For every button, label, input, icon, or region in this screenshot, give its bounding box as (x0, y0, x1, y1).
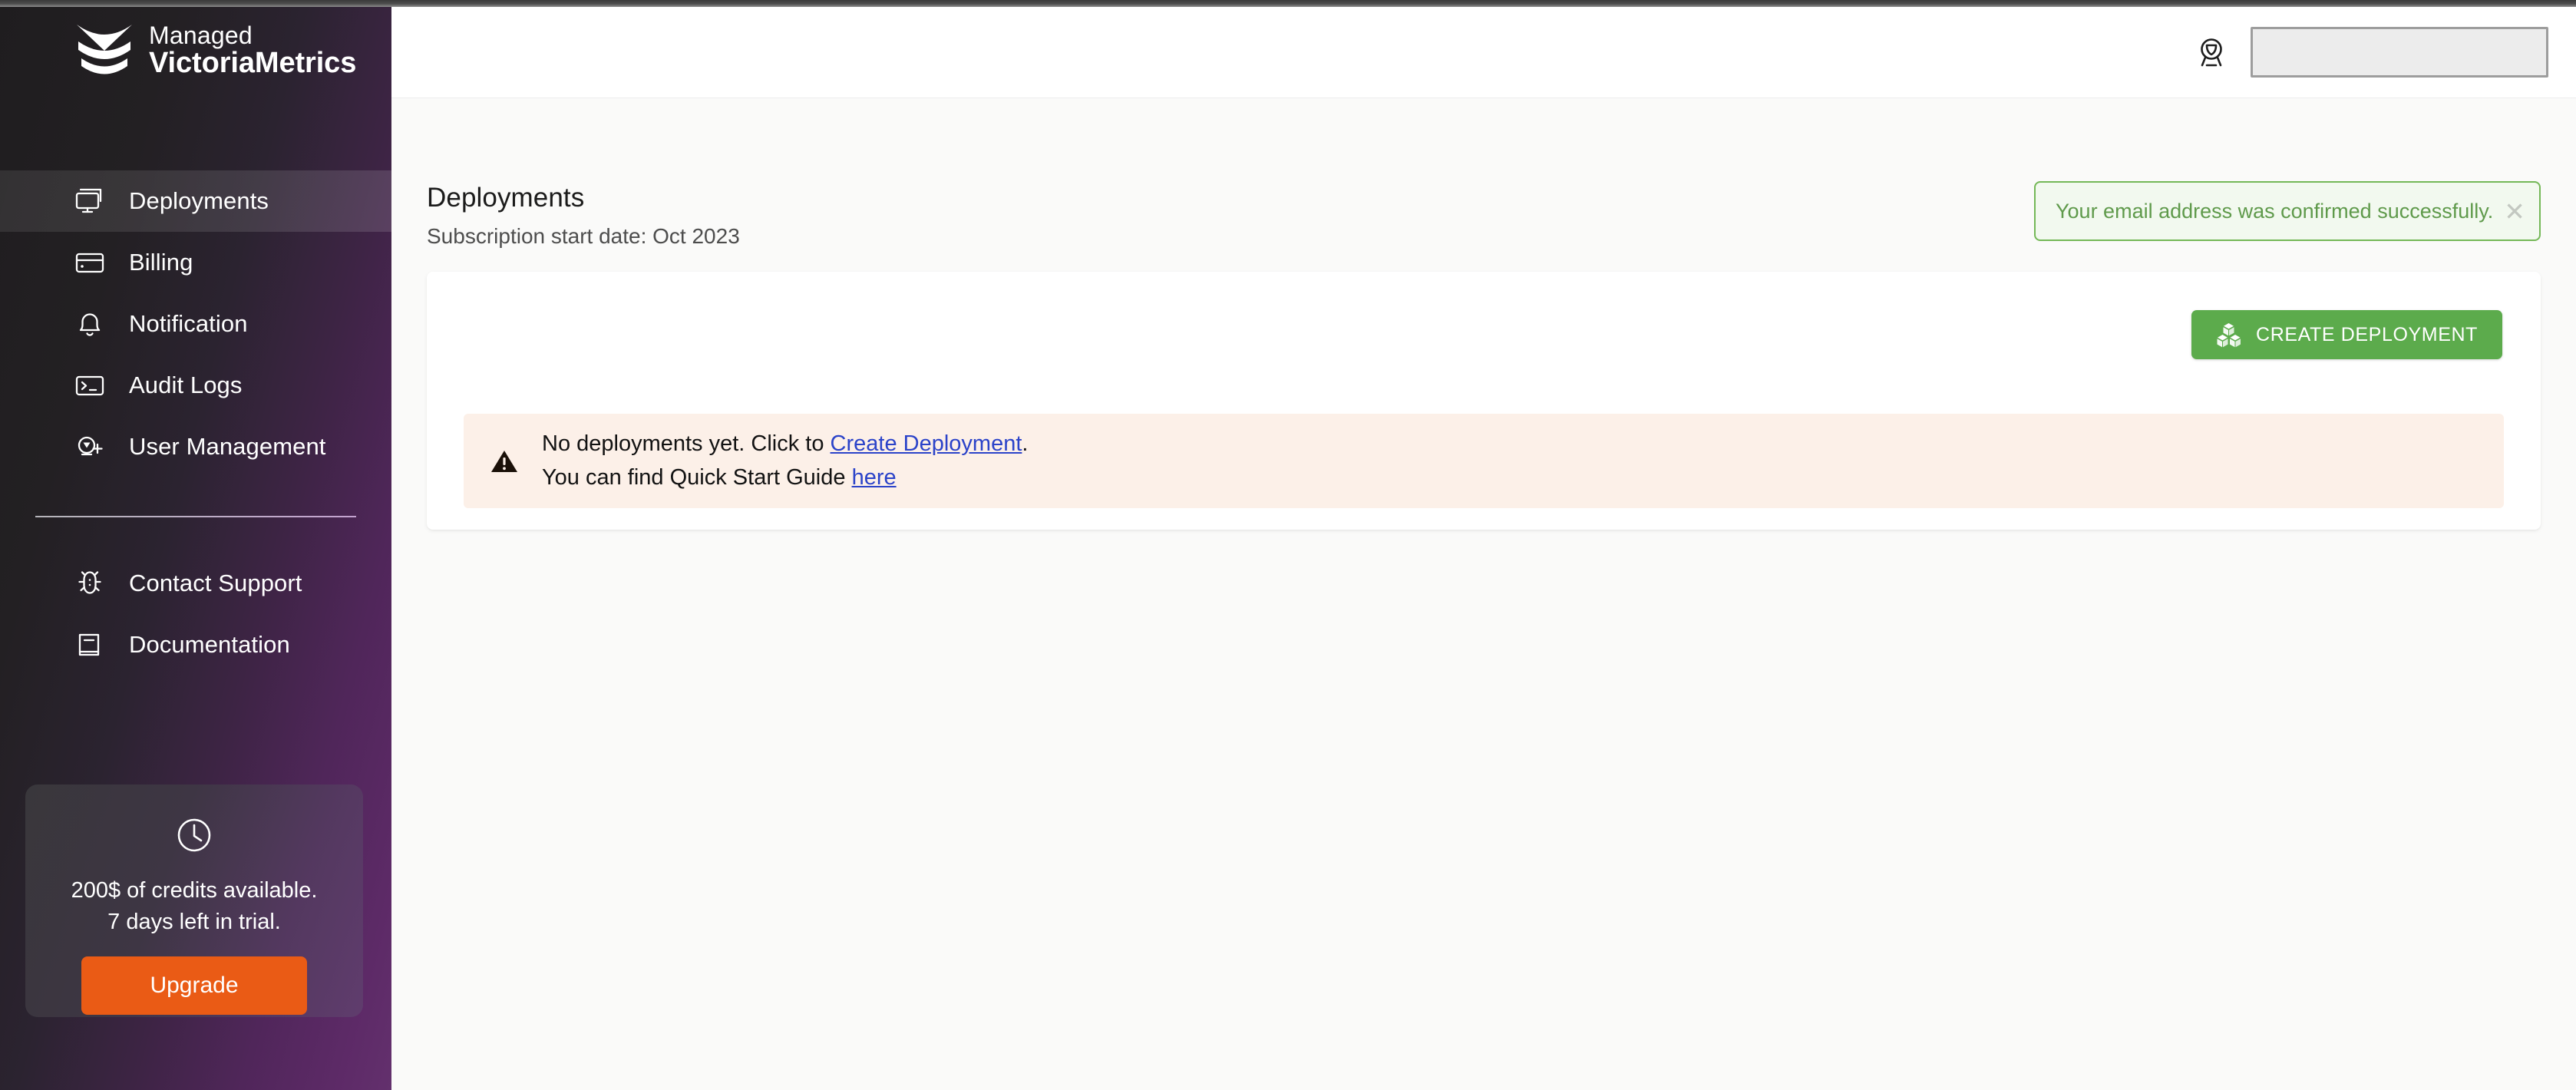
sidebar-item-label: Deployments (129, 187, 269, 214)
credit-card-icon (74, 246, 106, 279)
create-deployment-button[interactable]: CREATE DEPLOYMENT (2191, 310, 2502, 359)
sidebar-item-deployments[interactable]: Deployments (0, 170, 391, 232)
bell-icon (74, 308, 106, 340)
alert-line-1-suffix: . (1022, 431, 1029, 457)
chevron-stack-logo-icon (74, 18, 135, 83)
success-toast: Your email address was confirmed success… (2034, 181, 2541, 241)
terminal-icon (74, 369, 106, 401)
sidebar-divider (35, 516, 356, 517)
subscription-start-date: Subscription start date: Oct 2023 (427, 224, 740, 248)
sidebar-item-documentation[interactable]: Documentation (0, 614, 391, 675)
alert-line-1-prefix: No deployments yet. Click to (542, 431, 831, 457)
warning-triangle-icon (490, 447, 519, 476)
sidebar-item-label: Audit Logs (129, 372, 243, 398)
trial-days-text: 7 days left in trial. (107, 910, 281, 935)
sidebar-item-billing[interactable]: Billing (0, 232, 391, 293)
sidebar-item-label: Billing (129, 249, 193, 276)
alert-line-1: No deployments yet. Click to Create Depl… (542, 430, 1028, 458)
topbar-right-group (2194, 27, 2548, 78)
brand-logo[interactable]: Managed VictoriaMetrics (74, 18, 356, 83)
page-title: Deployments (427, 183, 585, 213)
sidebar-item-label: Documentation (129, 631, 290, 658)
sidebar: Managed VictoriaMetrics Deployments Bill… (0, 0, 391, 1090)
create-deployment-link[interactable]: Create Deployment (831, 431, 1022, 456)
create-deployment-label: CREATE DEPLOYMENT (2256, 323, 2478, 345)
window-chrome-strip (0, 0, 2576, 7)
sidebar-item-contact-support[interactable]: Contact Support (0, 553, 391, 614)
close-icon[interactable]: ✕ (2504, 199, 2525, 224)
brand-line-victoriametrics: VictoriaMetrics (149, 47, 357, 80)
topbar-input[interactable] (2251, 27, 2548, 78)
app-root: Managed VictoriaMetrics Deployments Bill… (0, 0, 2576, 1090)
alert-line-2: You can find Quick Start Guide here (542, 464, 1028, 492)
sidebar-item-notification[interactable]: Notification (0, 293, 391, 355)
main-content: Deployments Subscription start date: Oct… (391, 98, 2576, 1090)
page-header: Deployments Subscription start date: Oct… (427, 183, 740, 249)
sidebar-item-label: Notification (129, 310, 248, 337)
no-deployments-alert: No deployments yet. Click to Create Depl… (464, 414, 2504, 508)
trial-credits-text: 200$ of credits available. (71, 878, 318, 903)
topbar (391, 7, 2576, 98)
upgrade-button[interactable]: Upgrade (81, 956, 307, 1016)
quick-start-guide-link[interactable]: here (852, 465, 897, 490)
alert-line-2-prefix: You can find Quick Start Guide (542, 464, 852, 490)
deployments-card: CREATE DEPLOYMENT No deployments yet. Cl… (427, 272, 2541, 530)
sidebar-primary-nav: Deployments Billing Notification Audit L… (0, 170, 391, 477)
toast-message: Your email address was confirmed success… (2056, 199, 2494, 223)
user-add-icon (74, 431, 106, 463)
trial-credits-card: 200$ of credits available. 7 days left i… (25, 784, 363, 1017)
brand-line-managed: Managed (149, 21, 253, 49)
bug-icon (74, 567, 106, 600)
sidebar-item-audit-logs[interactable]: Audit Logs (0, 355, 391, 416)
sidebar-item-user-management[interactable]: User Management (0, 416, 391, 477)
sidebar-item-label: Contact Support (129, 570, 302, 596)
book-icon (74, 629, 106, 661)
award-badge-icon[interactable] (2194, 35, 2229, 70)
clock-icon (174, 815, 214, 855)
cubes-icon (2216, 322, 2242, 348)
sidebar-item-label: User Management (129, 433, 326, 460)
monitors-icon (74, 185, 106, 217)
sidebar-secondary-nav: Contact Support Documentation (0, 553, 391, 675)
